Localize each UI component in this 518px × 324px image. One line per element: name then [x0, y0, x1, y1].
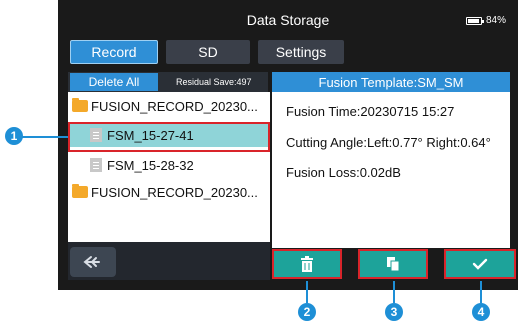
callout-line	[393, 281, 395, 303]
delete-all-button[interactable]: Delete All	[70, 73, 158, 91]
tab-sd[interactable]: SD	[166, 40, 250, 64]
template-header: Fusion Template:SM_SM	[272, 72, 510, 92]
battery-level: 84%	[485, 15, 506, 26]
back-button[interactable]	[70, 247, 116, 277]
cutting-angle: Cutting Angle:Left:0.77° Right:0.64°	[286, 135, 491, 150]
fusion-time: Fusion Time:20230715 15:27	[286, 104, 455, 119]
check-icon	[472, 258, 488, 270]
folder-item[interactable]: FUSION_RECORD_20230...	[72, 180, 268, 204]
callout-badge-4: 4	[472, 303, 490, 321]
back-arrow-icon	[83, 256, 100, 268]
trash-icon	[301, 256, 313, 272]
tab-settings[interactable]: Settings	[258, 40, 344, 64]
folder-item[interactable]: FUSION_RECORD_20230...	[72, 94, 268, 118]
delete-button[interactable]	[272, 249, 342, 279]
folder-label: FUSION_RECORD_20230...	[91, 98, 258, 114]
file-icon	[90, 158, 102, 172]
status-bar: Data Storage 84%	[58, 4, 518, 36]
copy-icon	[387, 257, 400, 272]
tab-record[interactable]: Record	[70, 40, 158, 64]
battery-icon	[465, 16, 484, 25]
callout-line	[19, 136, 68, 138]
fusion-loss: Fusion Loss:0.02dB	[286, 165, 401, 180]
callout-line	[306, 281, 308, 303]
copy-button[interactable]	[358, 249, 428, 279]
file-item[interactable]: FSM_15-28-32	[90, 153, 260, 177]
battery-indicator: 84%	[465, 15, 506, 26]
confirm-button[interactable]	[444, 249, 516, 279]
page-title: Data Storage	[246, 12, 330, 28]
callout-badge-2: 2	[298, 303, 316, 321]
residual-save-count: Residual Save:497	[176, 77, 252, 87]
callout-badge-3: 3	[385, 303, 403, 321]
highlight-box-selected-file	[68, 122, 270, 152]
callout-badge-1: 1	[5, 127, 23, 145]
folder-label: FUSION_RECORD_20230...	[91, 184, 258, 200]
callout-line	[480, 281, 482, 303]
folder-icon	[72, 98, 88, 112]
folder-icon	[72, 184, 88, 198]
file-label: FSM_15-28-32	[107, 157, 194, 173]
